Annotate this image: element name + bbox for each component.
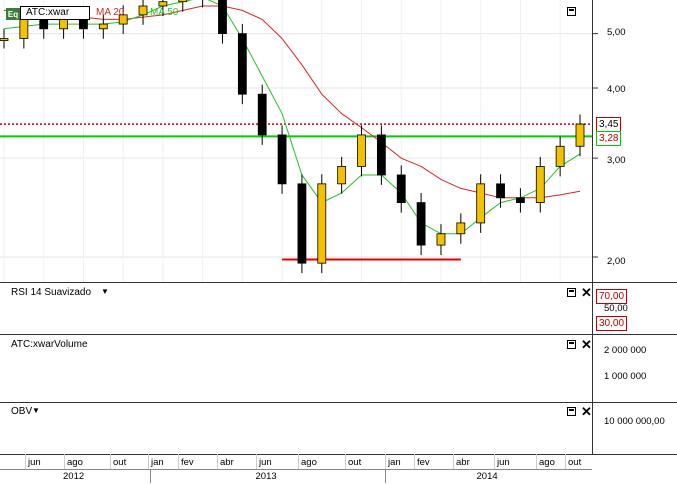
obv-dropdown-icon[interactable]: ▼ bbox=[32, 406, 40, 415]
year-label-2012: 2012 bbox=[63, 471, 85, 482]
volume-title[interactable]: ATC:xwarVolume bbox=[11, 339, 88, 350]
candle-body bbox=[237, 33, 247, 95]
maximize-price-icon[interactable] bbox=[567, 7, 576, 16]
year-divider bbox=[150, 469, 151, 483]
ma50-series-line bbox=[3, 0, 581, 235]
candle-body bbox=[158, 1, 168, 7]
month-label-6: jun bbox=[259, 457, 272, 468]
candle-body bbox=[297, 183, 307, 264]
candle-body bbox=[476, 183, 486, 224]
candle-body bbox=[138, 5, 148, 16]
maximize-volume-icon[interactable] bbox=[567, 340, 576, 349]
candle-body bbox=[376, 134, 386, 176]
price-tick-5: 5,00 bbox=[607, 27, 626, 38]
month-label-7: ago bbox=[301, 457, 317, 468]
month-tick bbox=[345, 454, 346, 469]
candle-body bbox=[496, 183, 505, 199]
volume-tick-1m: 1 000 000 bbox=[604, 371, 647, 382]
candle-body bbox=[337, 166, 347, 185]
candle-body bbox=[416, 202, 426, 246]
maximize-rsi-icon[interactable] bbox=[567, 288, 576, 297]
month-label-11: abr bbox=[456, 457, 470, 468]
candle-body bbox=[39, 19, 49, 30]
month-tick bbox=[217, 454, 218, 469]
candle-body bbox=[59, 19, 68, 30]
rsi-dropdown-icon[interactable]: ▼ bbox=[101, 287, 109, 296]
month-label-13: ago bbox=[539, 457, 555, 468]
candle-body bbox=[277, 134, 287, 185]
last-price-tag: 3,45 bbox=[596, 117, 622, 132]
month-label-9: jan bbox=[388, 457, 401, 468]
obv-axis bbox=[592, 402, 677, 455]
price-tick-2: 2,00 bbox=[607, 256, 626, 267]
obv-title[interactable]: OBV bbox=[11, 406, 32, 417]
month-tick bbox=[494, 454, 495, 469]
legend-ma50[interactable]: MA 50 bbox=[150, 7, 178, 18]
month-tick bbox=[385, 454, 386, 469]
month-label-5: abr bbox=[220, 457, 234, 468]
month-label-10: fev bbox=[417, 457, 430, 468]
month-label-0: jun bbox=[28, 457, 41, 468]
month-label-14: out bbox=[568, 457, 582, 468]
rsi-mid-tick: 50,00 bbox=[604, 303, 628, 314]
time-axis-divider bbox=[0, 469, 592, 470]
month-label-8: out bbox=[348, 457, 362, 468]
candle-body bbox=[456, 222, 466, 235]
ma20-series-line bbox=[4, 5, 581, 199]
candle-body bbox=[516, 197, 525, 203]
month-label-3: jan bbox=[151, 457, 164, 468]
month-tick bbox=[298, 454, 299, 469]
legend-symbol[interactable]: ATC:xwar bbox=[26, 7, 69, 18]
rsi-title[interactable]: RSI 14 Suavizado bbox=[11, 287, 91, 298]
month-tick bbox=[25, 454, 26, 469]
month-tick bbox=[453, 454, 454, 469]
month-label-1: ago bbox=[67, 457, 83, 468]
month-tick bbox=[148, 454, 149, 469]
rsi-upper-tag: 70,00 bbox=[596, 289, 628, 304]
year-label-2014: 2014 bbox=[476, 471, 498, 482]
close-rsi-icon[interactable]: ✕ bbox=[581, 286, 592, 299]
month-label-12: jun bbox=[497, 457, 510, 468]
month-tick bbox=[565, 454, 566, 469]
month-tick bbox=[110, 454, 111, 469]
close-obv-icon[interactable]: ✕ bbox=[581, 405, 592, 418]
candle-body bbox=[396, 174, 406, 203]
year-divider bbox=[385, 469, 386, 483]
volume-tick-2m: 2 000 000 bbox=[604, 345, 647, 356]
candle-body bbox=[257, 93, 267, 136]
candle-body bbox=[178, 0, 188, 3]
candle-body bbox=[317, 183, 327, 264]
rsi-lower-tag: 30,00 bbox=[596, 316, 628, 331]
candle-body bbox=[436, 233, 446, 246]
price-tick-4: 4,00 bbox=[607, 84, 626, 95]
obv-tick: 10 000 000,00 bbox=[604, 416, 665, 427]
close-volume-icon[interactable]: ✕ bbox=[581, 338, 592, 351]
candle-body bbox=[98, 23, 108, 30]
month-tick bbox=[64, 454, 65, 469]
candle-body bbox=[218, 0, 227, 35]
maximize-obv-icon[interactable] bbox=[567, 407, 576, 416]
month-tick bbox=[536, 454, 537, 469]
candle-body bbox=[79, 19, 88, 30]
candle-body bbox=[555, 145, 565, 167]
price-tick-3: 3,00 bbox=[607, 155, 626, 166]
month-label-2: out bbox=[113, 457, 127, 468]
month-tick bbox=[178, 454, 179, 469]
month-label-4: fev bbox=[181, 457, 194, 468]
obv-panel[interactable] bbox=[0, 402, 592, 455]
level-price-tag: 3,28 bbox=[596, 131, 622, 146]
year-label-2013: 2013 bbox=[255, 471, 277, 482]
candle-body bbox=[0, 38, 9, 41]
volume-panel[interactable] bbox=[0, 334, 592, 403]
eq-icon[interactable]: Eq bbox=[6, 8, 20, 20]
month-tick bbox=[414, 454, 415, 469]
candle-body bbox=[575, 123, 585, 147]
legend-ma20[interactable]: MA 20 bbox=[96, 7, 124, 18]
month-tick bbox=[256, 454, 257, 469]
candle-body bbox=[19, 19, 29, 39]
candle-body bbox=[535, 166, 545, 203]
candle-body bbox=[357, 134, 366, 167]
